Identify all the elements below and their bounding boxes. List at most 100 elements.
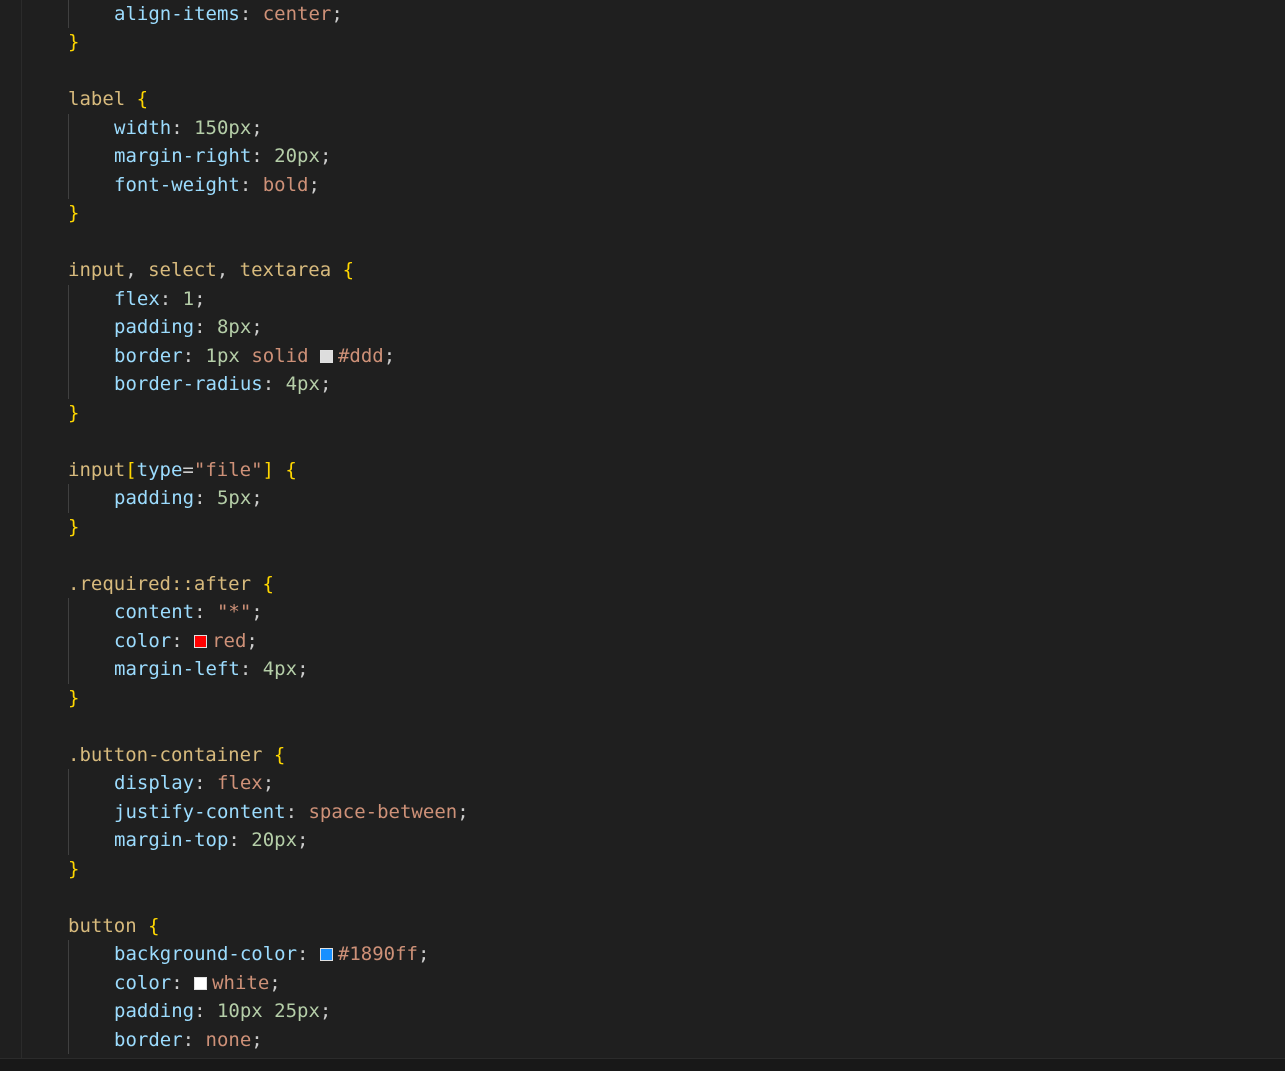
code-line[interactable]: } <box>68 684 79 713</box>
code-token: { <box>262 572 274 595</box>
color-swatch-icon[interactable] <box>194 976 208 990</box>
code-token: 10px 25px <box>216 1000 320 1022</box>
code-token: input <box>68 259 126 281</box>
code-line[interactable]: border-radius: 4px; <box>114 370 331 399</box>
code-line[interactable]: align-items: center; <box>114 0 343 28</box>
code-line[interactable]: } <box>68 28 79 57</box>
code-token: ; <box>319 1000 332 1022</box>
code-token: padding <box>114 316 195 338</box>
code-token: : <box>285 800 309 823</box>
code-token: } <box>68 31 80 53</box>
code-token: align-items <box>114 2 240 25</box>
code-line[interactable]: width: 150px; <box>114 114 263 143</box>
code-token: flex <box>216 772 263 794</box>
code-line[interactable]: input, select, textarea { <box>68 256 354 285</box>
code-token: { <box>136 88 149 110</box>
code-line[interactable]: display: flex; <box>114 769 274 798</box>
code-token: bold <box>262 173 309 196</box>
code-token: input <box>68 458 126 481</box>
code-token: space-between <box>308 800 458 823</box>
code-token: : <box>262 373 286 395</box>
code-token: 5px <box>216 487 252 509</box>
code-line[interactable]: border: none; <box>114 1026 263 1055</box>
code-token: textarea <box>239 259 332 281</box>
code-line[interactable]: } <box>68 855 79 884</box>
code-line[interactable]: .required::after { <box>68 570 274 599</box>
code-token: : <box>194 1000 217 1022</box>
code-line[interactable]: margin-right: 20px; <box>114 142 331 171</box>
code-token: ; <box>251 601 263 623</box>
code-token: none <box>205 1028 252 1051</box>
code-line[interactable]: font-weight: bold; <box>114 171 320 200</box>
code-line[interactable]: } <box>68 199 79 228</box>
code-token: 20px <box>274 145 320 167</box>
code-line[interactable]: background-color: #1890ff; <box>114 940 429 969</box>
code-token: width <box>114 116 172 139</box>
code-token: : <box>194 316 217 338</box>
code-line[interactable]: padding: 5px; <box>114 484 263 513</box>
indent-guide <box>68 0 69 28</box>
code-token: background-color <box>114 943 298 965</box>
code-token: ; <box>251 116 263 139</box>
code-token: ; <box>262 772 275 794</box>
code-token: ; <box>457 800 469 823</box>
code-token: color <box>114 629 172 652</box>
code-token: : <box>239 2 263 25</box>
code-token: "file" <box>193 458 263 481</box>
code-editor[interactable]: align-items: center;} label {width: 150px… <box>0 0 1285 1071</box>
code-line[interactable]: border: 1px solid #ddd; <box>114 342 395 371</box>
code-token: } <box>68 686 80 709</box>
code-token: { <box>148 914 160 937</box>
code-token: select <box>148 259 217 281</box>
code-line[interactable]: color: white; <box>114 969 281 998</box>
color-swatch-icon[interactable] <box>319 349 333 363</box>
code-line[interactable]: color: red; <box>114 627 258 656</box>
code-token: 1 <box>182 287 195 310</box>
code-line[interactable]: content: "*"; <box>114 598 263 627</box>
code-line[interactable]: margin-left: 4px; <box>114 655 309 684</box>
code-line[interactable]: padding: 8px; <box>114 313 263 342</box>
color-swatch-icon[interactable] <box>194 634 208 648</box>
code-token: : <box>182 344 206 367</box>
code-token: ; <box>297 829 309 851</box>
editor-bottom-edge <box>0 1058 1285 1071</box>
code-token: ; <box>383 344 396 367</box>
indent-guide <box>68 284 69 399</box>
code-token: ; <box>251 316 263 338</box>
code-token: ; <box>194 287 206 310</box>
code-token: 20px <box>251 829 298 851</box>
code-line[interactable]: button { <box>68 912 160 941</box>
code-token: ; <box>246 629 258 652</box>
code-area[interactable]: align-items: center;} label {width: 150px… <box>22 0 1285 1058</box>
code-line[interactable]: } <box>68 513 79 542</box>
code-line[interactable]: input[type="file"] { <box>68 456 297 485</box>
code-line[interactable]: } <box>68 399 79 428</box>
code-token: : <box>239 658 263 680</box>
code-token: , <box>216 259 240 281</box>
code-line[interactable]: .button-container { <box>68 741 285 770</box>
code-line[interactable]: flex: 1; <box>114 285 206 314</box>
code-token: } <box>68 857 80 880</box>
code-token: 4px <box>262 658 298 680</box>
code-token: ; <box>331 2 343 25</box>
code-token: 8px <box>216 316 252 338</box>
color-swatch-icon[interactable] <box>319 948 333 961</box>
code-line[interactable]: label { <box>68 85 148 114</box>
code-token: 1px <box>205 344 240 367</box>
code-token: : <box>297 943 320 965</box>
code-token: ; <box>308 173 320 196</box>
code-token: : <box>194 772 217 794</box>
code-token: } <box>68 202 80 224</box>
code-token: margin-right <box>114 145 252 167</box>
code-line[interactable]: padding: 10px 25px; <box>114 997 331 1026</box>
code-token: ; <box>297 658 309 680</box>
code-line[interactable]: margin-top: 20px; <box>114 826 309 855</box>
code-token: center <box>262 2 332 25</box>
code-token: solid <box>251 344 309 367</box>
editor-gutter <box>0 0 22 1058</box>
code-line[interactable]: justify-content: space-between; <box>114 798 469 827</box>
